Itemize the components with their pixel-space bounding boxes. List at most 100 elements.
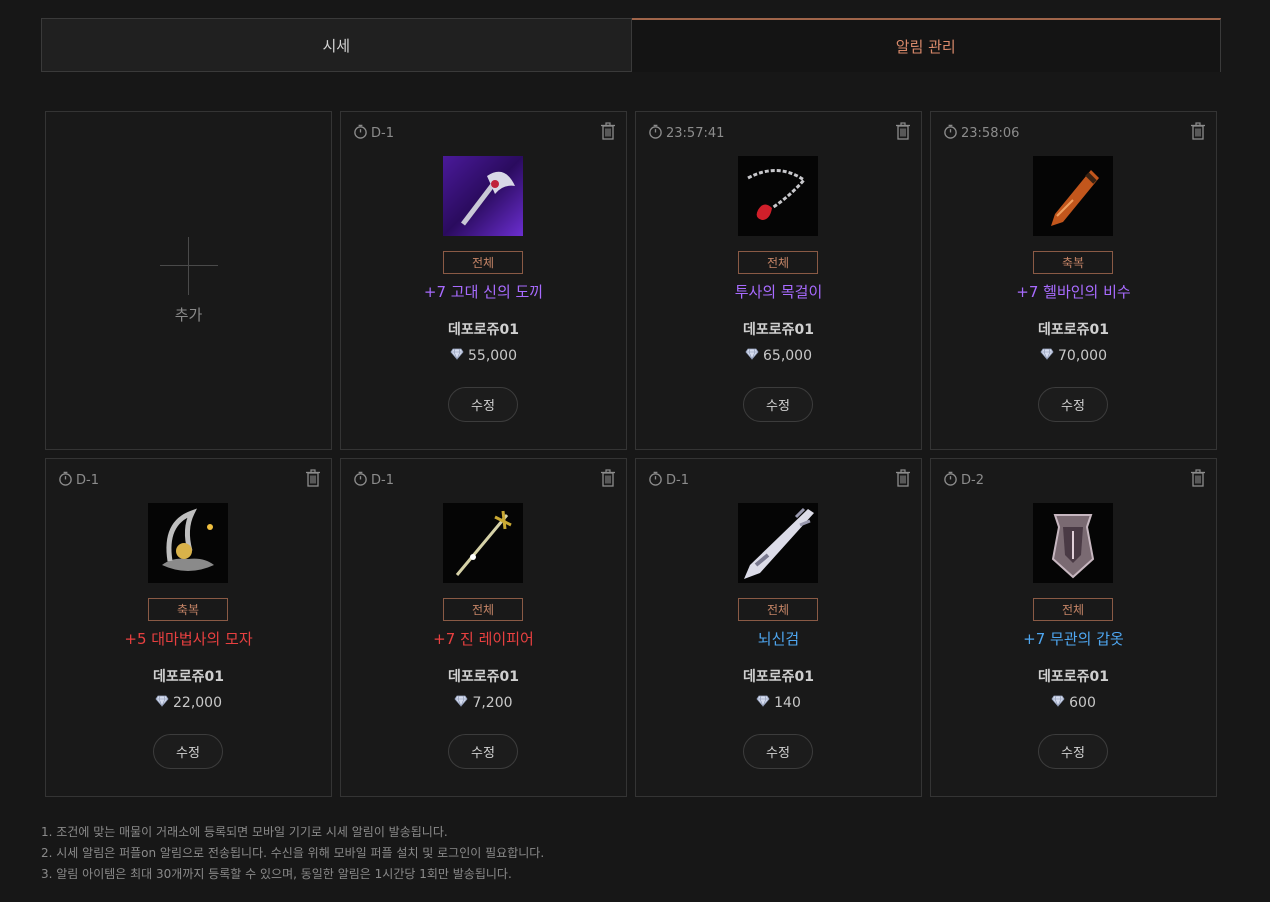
server-name: 데포로쥬01: [152, 669, 224, 685]
timer: D-1: [353, 124, 394, 143]
price-value: 140: [774, 695, 801, 711]
edit-button[interactable]: 수정: [1038, 734, 1108, 769]
rapier-icon: [443, 503, 523, 583]
trash-icon[interactable]: [1190, 469, 1206, 487]
server-name: 데포로쥬01: [447, 669, 519, 685]
alert-card: D-1 전체 +7 고대 신의 도끼 데포로쥬01 55,000 수정: [340, 111, 627, 450]
dagger-icon: [1033, 156, 1113, 236]
trash-icon[interactable]: [600, 122, 616, 140]
timer-text: 23:58:06: [961, 126, 1020, 141]
timer-text: D-1: [371, 126, 394, 141]
item-name: +7 무관의 갑옷: [1023, 630, 1124, 648]
price: 140: [636, 695, 921, 711]
item-name: 뇌신검: [757, 630, 800, 648]
tab-bar: 시세 알림 관리: [41, 18, 1221, 72]
edit-button[interactable]: 수정: [743, 387, 813, 422]
timer-text: D-1: [76, 473, 99, 488]
stopwatch-icon: [943, 124, 961, 143]
notice-list: 1. 조건에 맞는 매물이 거래소에 등록되면 모바일 기기로 시세 알림이 발…: [41, 822, 544, 885]
notice-item: 3. 알림 아이템은 최대 30개까지 등록할 수 있으며, 동일한 알림은 1…: [41, 867, 512, 881]
price-value: 22,000: [173, 695, 222, 711]
armor-icon: [1033, 503, 1113, 583]
plus-icon: [160, 237, 218, 295]
timer-text: D-1: [666, 473, 689, 488]
price-value: 600: [1069, 695, 1096, 711]
alert-card: D-1 축복 +5 대마법사의 모자 데포로쥬01 22,000 수정: [45, 458, 332, 797]
timer-text: 23:57:41: [666, 126, 725, 141]
diamond-icon: [1051, 695, 1069, 711]
notice-item: 2. 시세 알림은 퍼플on 알림으로 전송됩니다. 수신을 위해 모바일 퍼플…: [41, 846, 545, 860]
trash-icon[interactable]: [1190, 122, 1206, 140]
edit-button[interactable]: 수정: [1038, 387, 1108, 422]
price: 65,000: [636, 348, 921, 364]
price: 70,000: [931, 348, 1216, 364]
alert-card: D-2 전체 +7 무관의 갑옷 데포로쥬01 600 수정: [930, 458, 1217, 797]
timer-text: D-2: [961, 473, 984, 488]
diamond-icon: [454, 695, 472, 711]
edit-button[interactable]: 수정: [743, 734, 813, 769]
price: 55,000: [341, 348, 626, 364]
item-name: 투사의 목걸이: [734, 283, 823, 301]
timer: D-1: [648, 471, 689, 490]
timer-text: D-1: [371, 473, 394, 488]
server-name: 데포로쥬01: [742, 322, 814, 338]
edit-button[interactable]: 수정: [448, 734, 518, 769]
item-name: +7 고대 신의 도끼: [423, 283, 544, 301]
alert-card: D-1 전체 +7 진 레이피어 데포로쥬01 7,200 수정: [340, 458, 627, 797]
item-name: +7 진 레이피어: [433, 630, 534, 648]
alert-card: 23:58:06 축복 +7 헬바인의 비수 데포로쥬01 70,000 수정: [930, 111, 1217, 450]
tag-badge: 전체: [443, 598, 523, 621]
price-value: 7,200: [472, 695, 513, 711]
timer: D-1: [353, 471, 394, 490]
timer: 23:57:41: [648, 124, 724, 143]
alert-card: D-1 전체 뇌신검 데포로쥬01 140 수정: [635, 458, 922, 797]
timer: 23:58:06: [943, 124, 1019, 143]
notice-item: 1. 조건에 맞는 매물이 거래소에 등록되면 모바일 기기로 시세 알림이 발…: [41, 825, 448, 839]
tab-market-price[interactable]: 시세: [41, 18, 632, 72]
tag-badge: 전체: [738, 598, 818, 621]
price-value: 65,000: [763, 348, 812, 364]
tag-badge: 축복: [1033, 251, 1113, 274]
diamond-icon: [745, 348, 763, 364]
hat-icon: [148, 503, 228, 583]
diamond-icon: [450, 348, 468, 364]
diamond-icon: [155, 695, 173, 711]
stopwatch-icon: [353, 124, 371, 143]
price-value: 70,000: [1058, 348, 1107, 364]
trash-icon[interactable]: [305, 469, 321, 487]
stopwatch-icon: [353, 471, 371, 490]
tag-badge: 축복: [148, 598, 228, 621]
necklace-icon: [738, 156, 818, 236]
server-name: 데포로쥬01: [742, 669, 814, 685]
tag-badge: 전체: [1033, 598, 1113, 621]
trash-icon[interactable]: [895, 122, 911, 140]
price: 7,200: [341, 695, 626, 711]
diamond-icon: [1040, 348, 1058, 364]
axe-icon: [443, 156, 523, 236]
server-name: 데포로쥬01: [1037, 322, 1109, 338]
trash-icon[interactable]: [895, 469, 911, 487]
stopwatch-icon: [648, 124, 666, 143]
edit-button[interactable]: 수정: [448, 387, 518, 422]
add-alert-card[interactable]: 추가: [45, 111, 332, 450]
diamond-icon: [756, 695, 774, 711]
item-name: +5 대마법사의 모자: [124, 630, 253, 648]
price: 600: [931, 695, 1216, 711]
trash-icon[interactable]: [600, 469, 616, 487]
tag-badge: 전체: [738, 251, 818, 274]
timer: D-1: [58, 471, 99, 490]
item-name: +7 헬바인의 비수: [1016, 283, 1131, 301]
tab-alert-management[interactable]: 알림 관리: [631, 18, 1221, 72]
server-name: 데포로쥬01: [447, 322, 519, 338]
add-label: 추가: [174, 306, 203, 324]
tag-badge: 전체: [443, 251, 523, 274]
edit-button[interactable]: 수정: [153, 734, 223, 769]
price-value: 55,000: [468, 348, 517, 364]
stopwatch-icon: [58, 471, 76, 490]
timer: D-2: [943, 471, 984, 490]
alert-card: 23:57:41 전체 투사의 목걸이 데포로쥬01 65,000 수정: [635, 111, 922, 450]
sword-icon: [738, 503, 818, 583]
price: 22,000: [46, 695, 331, 711]
stopwatch-icon: [943, 471, 961, 490]
server-name: 데포로쥬01: [1037, 669, 1109, 685]
